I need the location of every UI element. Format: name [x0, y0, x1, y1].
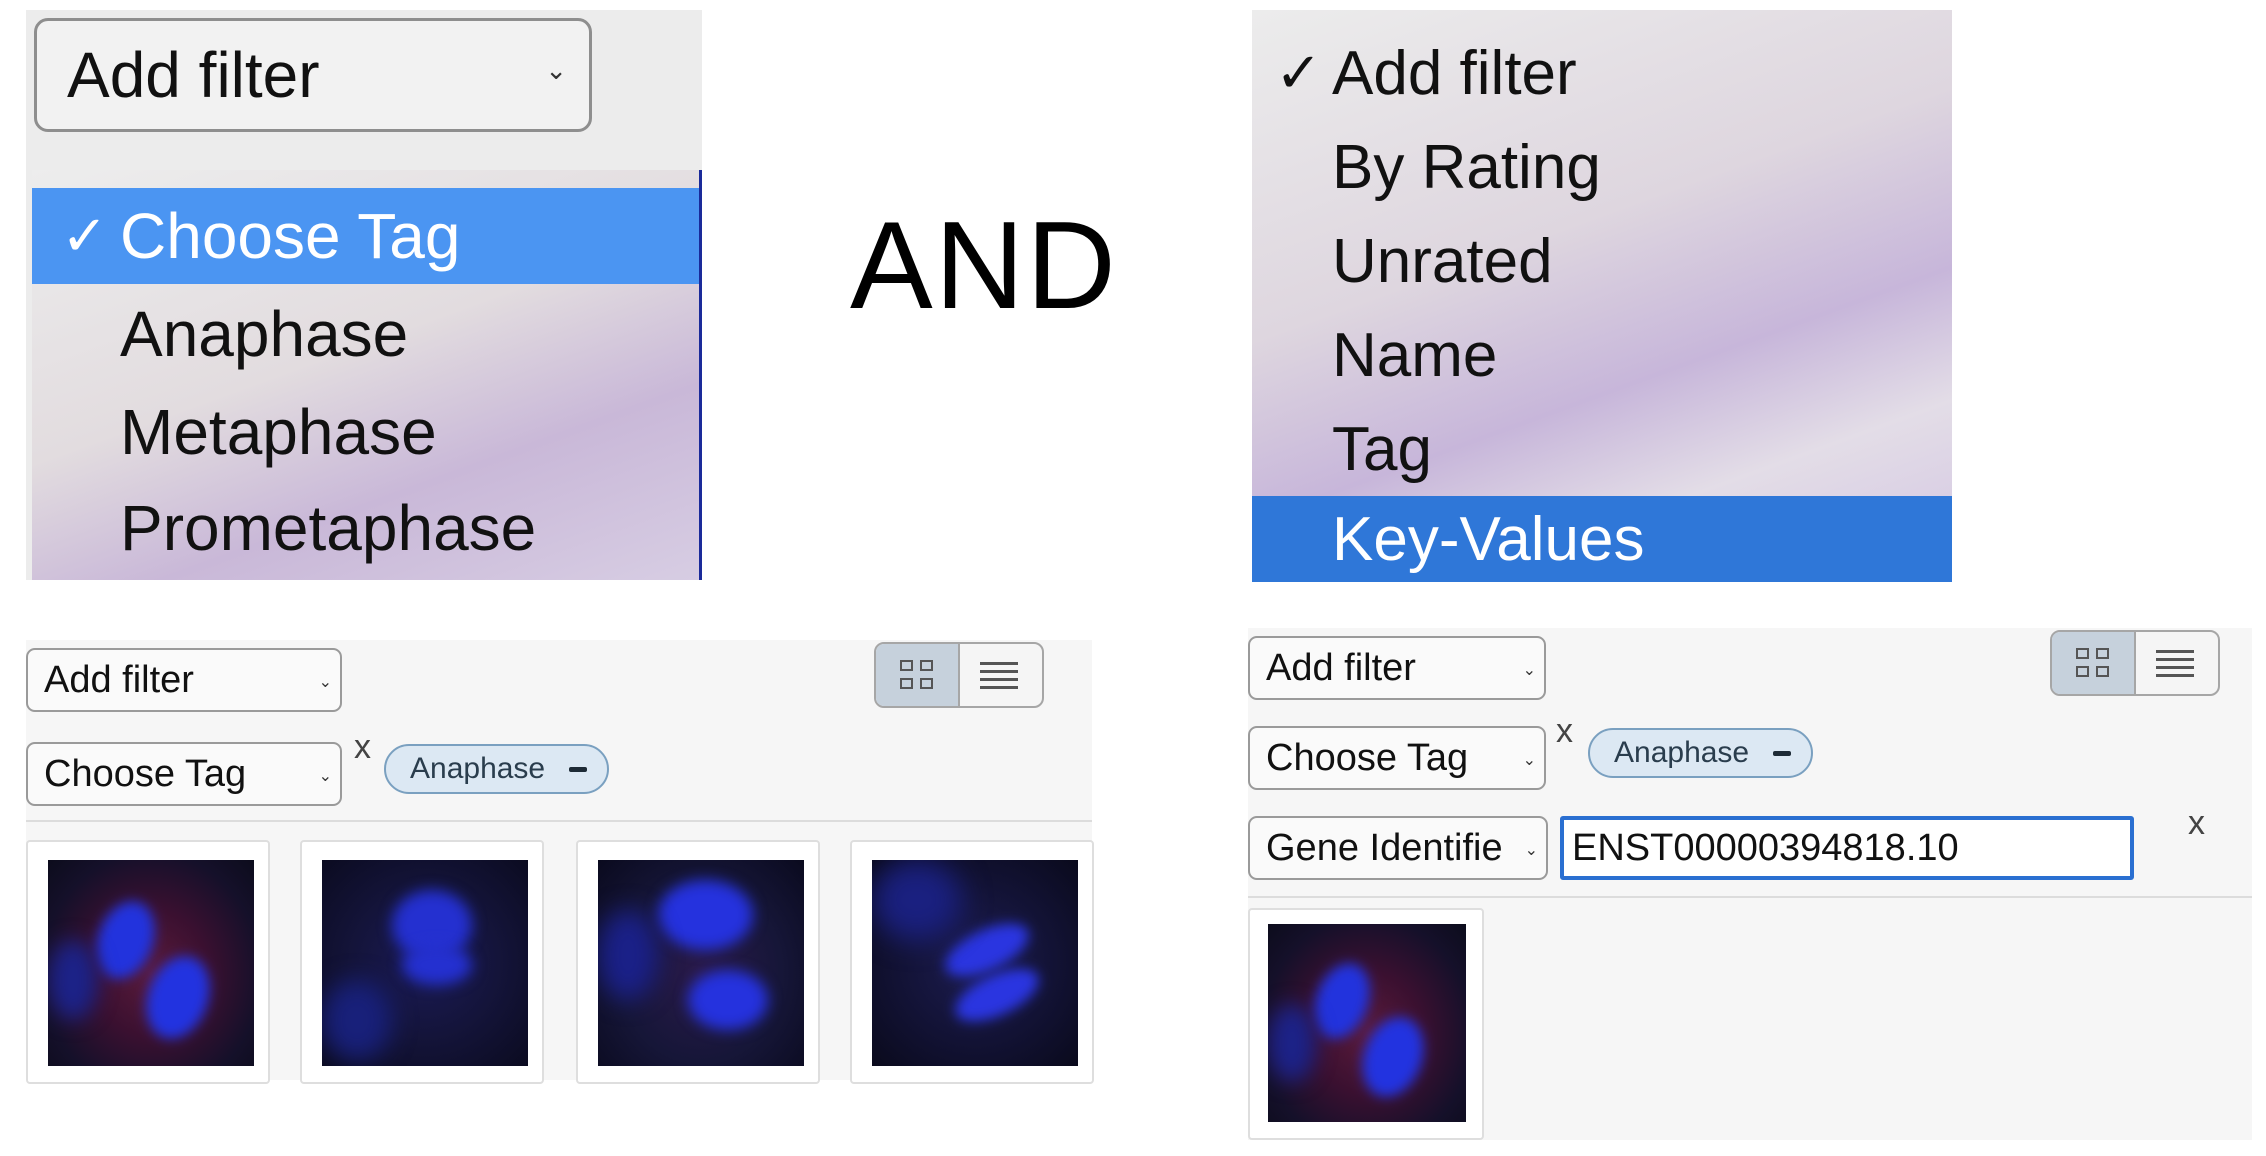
minus-icon[interactable]: [1773, 750, 1792, 756]
menu-item-tag[interactable]: Tag: [1252, 402, 1952, 496]
add-filter-label: Add filter: [67, 39, 320, 111]
key-select-label: Gene Identifie: [1266, 826, 1503, 869]
tag-pill: Anaphase: [384, 744, 610, 794]
grid-view-button[interactable]: [876, 644, 960, 706]
key-value-filter-panel: Add filter ⌄ Choose Tag ⌄ x Anaphase Gen…: [1248, 628, 2252, 1140]
image-thumbnail[interactable]: [576, 840, 820, 1084]
cell-image: [48, 860, 254, 1066]
remove-key-value-filter-button[interactable]: x: [2188, 804, 2205, 843]
menu-item-name[interactable]: Name: [1252, 308, 1952, 402]
menu-item-label: By Rating: [1332, 132, 1601, 202]
tag-select-label: Choose Tag: [44, 752, 247, 795]
add-filter-label: Add filter: [44, 658, 194, 701]
remove-tag-filter-button[interactable]: x: [1556, 712, 1573, 751]
add-filter-select[interactable]: Add filter ⌄: [26, 648, 342, 712]
chevron-down-icon: ⌄: [545, 55, 567, 85]
key-value-text: ENST00000394818.10: [1572, 826, 1959, 869]
menu-item-add-filter[interactable]: ✓ Add filter: [1252, 26, 1952, 120]
view-toggle: [2050, 630, 2220, 696]
tag-select-label: Choose Tag: [1266, 736, 1469, 779]
add-filter-select[interactable]: Add filter ⌄: [1248, 636, 1546, 700]
menu-item-by-rating[interactable]: By Rating: [1252, 120, 1952, 214]
list-view-button[interactable]: [958, 644, 1042, 706]
menu-item-unrated[interactable]: Unrated: [1252, 214, 1952, 308]
menu-item-label: Unrated: [1332, 226, 1553, 296]
menu-item-label: Key-Values: [1332, 504, 1645, 574]
menu-item-label: Name: [1332, 320, 1498, 390]
image-thumbnail[interactable]: [300, 840, 544, 1084]
image-thumbnail[interactable]: [1248, 908, 1484, 1140]
grid-view-button[interactable]: [2052, 632, 2136, 694]
menu-item-metaphase[interactable]: Metaphase: [32, 384, 699, 480]
chevron-down-icon: ⌄: [1522, 662, 1536, 679]
remove-filter-button[interactable]: x: [354, 728, 371, 767]
grid-view-icon: [900, 660, 936, 692]
key-value-input[interactable]: ENST00000394818.10: [1560, 816, 2134, 880]
tag-filter-panel: Add filter ⌄ Choose Tag ⌄ x Anaphase: [26, 640, 1094, 1084]
menu-item-key-values[interactable]: Key-Values: [1252, 496, 1952, 582]
checkmark-icon: ✓: [1275, 41, 1322, 104]
view-toggle: [874, 642, 1044, 708]
cell-image: [1268, 924, 1466, 1122]
grid-view-icon: [2076, 648, 2112, 680]
minus-icon[interactable]: [569, 766, 588, 772]
tag-dropdown-menu: ✓ Choose Tag Anaphase Metaphase Prometap…: [32, 170, 702, 580]
tag-select[interactable]: Choose Tag ⌄: [26, 742, 342, 806]
tag-pill: Anaphase: [1588, 728, 1814, 778]
chevron-down-icon: ⌄: [1522, 752, 1536, 769]
cell-image: [598, 860, 804, 1066]
image-thumbnail[interactable]: [26, 840, 270, 1084]
checkmark-icon: ✓: [61, 204, 108, 267]
menu-item-anaphase[interactable]: Anaphase: [32, 286, 699, 382]
list-view-icon: [2156, 650, 2194, 678]
cell-image: [872, 860, 1078, 1066]
filter-type-menu: ✓ Add filter By Rating Unrated Name Tag …: [1252, 10, 1952, 582]
add-filter-label: Add filter: [1266, 646, 1416, 689]
tag-select[interactable]: Choose Tag ⌄: [1248, 726, 1546, 790]
menu-item-label: Tag: [1332, 414, 1432, 484]
tag-select-demo: Add filter ⌄ ✓ Choose Tag Anaphase Metap…: [26, 10, 702, 580]
menu-item-label: Anaphase: [120, 298, 409, 370]
image-thumbnail[interactable]: [850, 840, 1094, 1084]
list-view-button[interactable]: [2134, 632, 2218, 694]
menu-item-label: Add filter: [1332, 38, 1577, 108]
and-connector: AND: [850, 197, 1118, 335]
menu-item-label: Choose Tag: [120, 200, 461, 272]
divider: [26, 820, 1092, 822]
chevron-down-icon: ⌄: [1524, 842, 1538, 859]
key-select[interactable]: Gene Identifie ⌄: [1248, 816, 1548, 880]
menu-item-prometaphase[interactable]: Prometaphase: [32, 480, 699, 576]
add-filter-select[interactable]: Add filter ⌄: [34, 18, 592, 132]
menu-item-choose-tag[interactable]: ✓ Choose Tag: [32, 188, 699, 284]
chevron-down-icon: ⌄: [318, 674, 332, 691]
cell-image: [322, 860, 528, 1066]
tag-pill-label: Anaphase: [1614, 736, 1750, 769]
list-view-icon: [980, 662, 1018, 690]
chevron-down-icon: ⌄: [318, 768, 332, 785]
tag-pill-label: Anaphase: [410, 752, 546, 785]
menu-item-label: Metaphase: [120, 396, 437, 468]
divider: [1248, 896, 2252, 898]
menu-item-label: Prometaphase: [120, 492, 537, 564]
